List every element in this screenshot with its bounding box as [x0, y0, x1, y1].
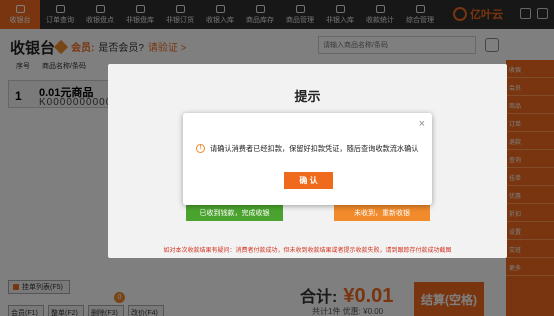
hint-title: 提示: [294, 89, 321, 104]
paid-complete-button[interactable]: 已收到钱款，完成收银: [186, 204, 283, 221]
confirm-message: 请确认消费者已经扣款，保留好扣款凭证，随后查询收款流水确认: [210, 144, 419, 153]
confirm-button[interactable]: 确 认: [284, 172, 333, 189]
hint-note: 如对本次收款结果有疑问：消费者付款成功，但未收到收款结果或者提示收款失败，请到跟…: [163, 248, 452, 254]
unpaid-retry-button[interactable]: 未收到，重新收银: [334, 204, 430, 221]
confirm-dialog: × ! 请确认消费者已经扣款，保留好扣款凭证，随后查询收款流水确认 确 认: [183, 113, 432, 205]
warning-icon: !: [196, 144, 205, 153]
close-icon[interactable]: ×: [419, 118, 425, 130]
